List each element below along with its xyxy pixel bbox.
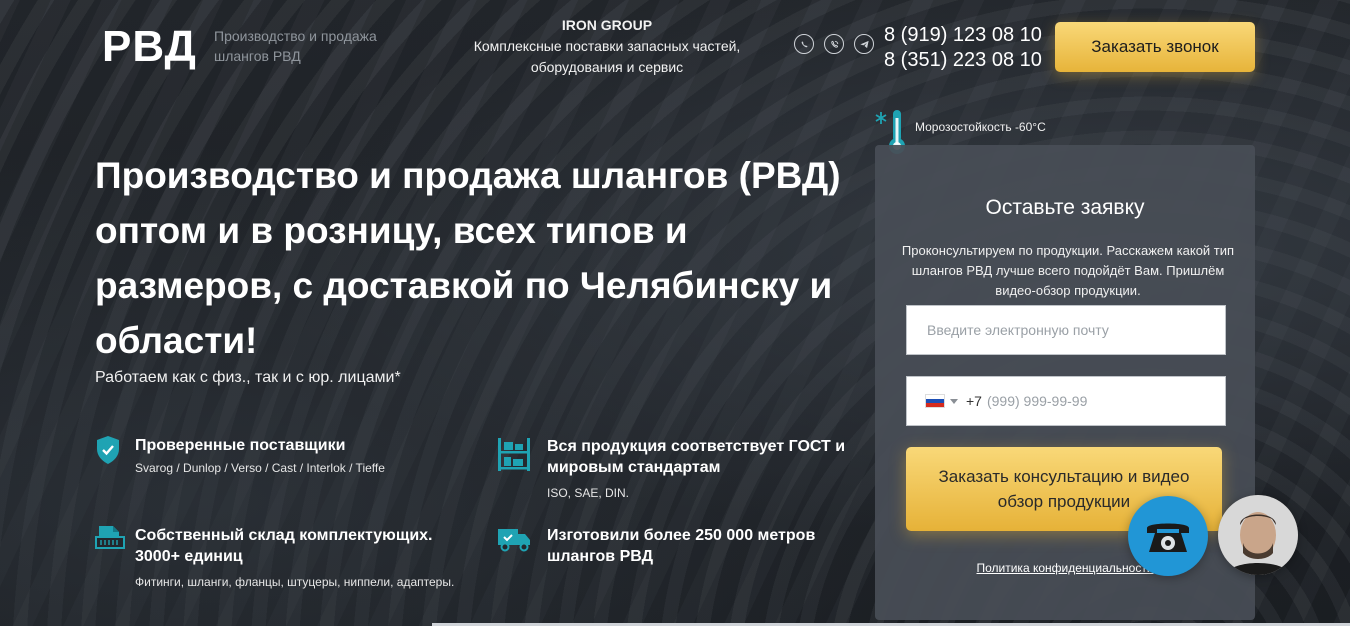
consultant-avatar[interactable] (1218, 495, 1298, 575)
callback-widget[interactable] (1128, 496, 1208, 576)
warehouse-rack-icon (498, 438, 530, 471)
email-placeholder: Введите электронную почту (927, 322, 1109, 338)
feature-title: Изготовили более 250 000 метров шлангов … (547, 527, 816, 565)
chevron-down-icon[interactable] (950, 398, 958, 404)
feature-title: Вся продукция соответствует ГОСТ и миров… (547, 438, 846, 476)
viber-icon[interactable] (824, 34, 844, 54)
form-description: Проконсультируем по продукции. Расскажем… (901, 243, 1235, 298)
avatar (1218, 495, 1298, 575)
logo-tagline: Производство и продажа шлангов РВД (214, 28, 377, 64)
messenger-links (794, 34, 874, 54)
order-call-button[interactable]: Заказать звонок (1055, 22, 1255, 72)
shield-check-icon (97, 436, 119, 464)
frost-resistance-text: Морозостойкость -60°C (915, 120, 1046, 134)
company-group: IRON GROUP Комплексные поставки запасных… (462, 15, 752, 78)
telegram-icon[interactable] (854, 34, 874, 54)
group-name: IRON GROUP (561, 17, 653, 33)
feature-warehouse: Собственный склад комплектующих. 3000+ е… (95, 525, 454, 590)
privacy-policy-link[interactable]: Политика конфиденциальности (875, 561, 1255, 575)
feature-description: Фитинги, шланги, фланцы, штуцеры, ниппел… (135, 575, 455, 589)
logo[interactable]: РВД (102, 22, 197, 72)
feature-produced: Изготовили более 250 000 метров шлангов … (497, 525, 847, 570)
feature-standards: Вся продукция соответствует ГОСТ и миров… (497, 436, 847, 501)
hero-subtitle: Работаем как с физ., так и с юр. лицами* (95, 369, 401, 386)
phone-placeholder: (999) 999-99-99 (986, 393, 1088, 409)
feature-description: ISO, SAE, DIN. (547, 486, 630, 500)
hero-title: Производство и продажа шлангов (РВД) опт… (95, 155, 841, 361)
feature-title: Проверенные поставщики (135, 437, 346, 454)
retro-phone-icon (1147, 523, 1189, 552)
delivery-truck-icon (498, 529, 530, 552)
feature-suppliers: Проверенные поставщики Svarog / Dunlop /… (95, 435, 445, 480)
dial-code: +7 (966, 393, 982, 409)
feature-title: Собственный склад комплектующих. 3000+ е… (135, 527, 433, 565)
email-field[interactable]: Введите электронную почту (906, 305, 1226, 355)
whatsapp-icon[interactable] (794, 34, 814, 54)
phone-link-2[interactable]: 8 (351) 223 08 10 (884, 48, 1042, 73)
phone-numbers: 8 (919) 123 08 10 8 (351) 223 08 10 (884, 23, 1042, 73)
phone-link-1[interactable]: 8 (919) 123 08 10 (884, 23, 1042, 48)
group-description: Комплексные поставки запасных частей, об… (473, 38, 741, 75)
feature-description: Svarog / Dunlop / Verso / Cast / Interlo… (135, 461, 385, 475)
form-title: Оставьте заявку (985, 196, 1145, 219)
phone-field[interactable]: +7 (999) 999-99-99 (906, 376, 1226, 426)
russia-flag-icon[interactable] (925, 394, 945, 408)
document-box-icon (95, 526, 125, 549)
